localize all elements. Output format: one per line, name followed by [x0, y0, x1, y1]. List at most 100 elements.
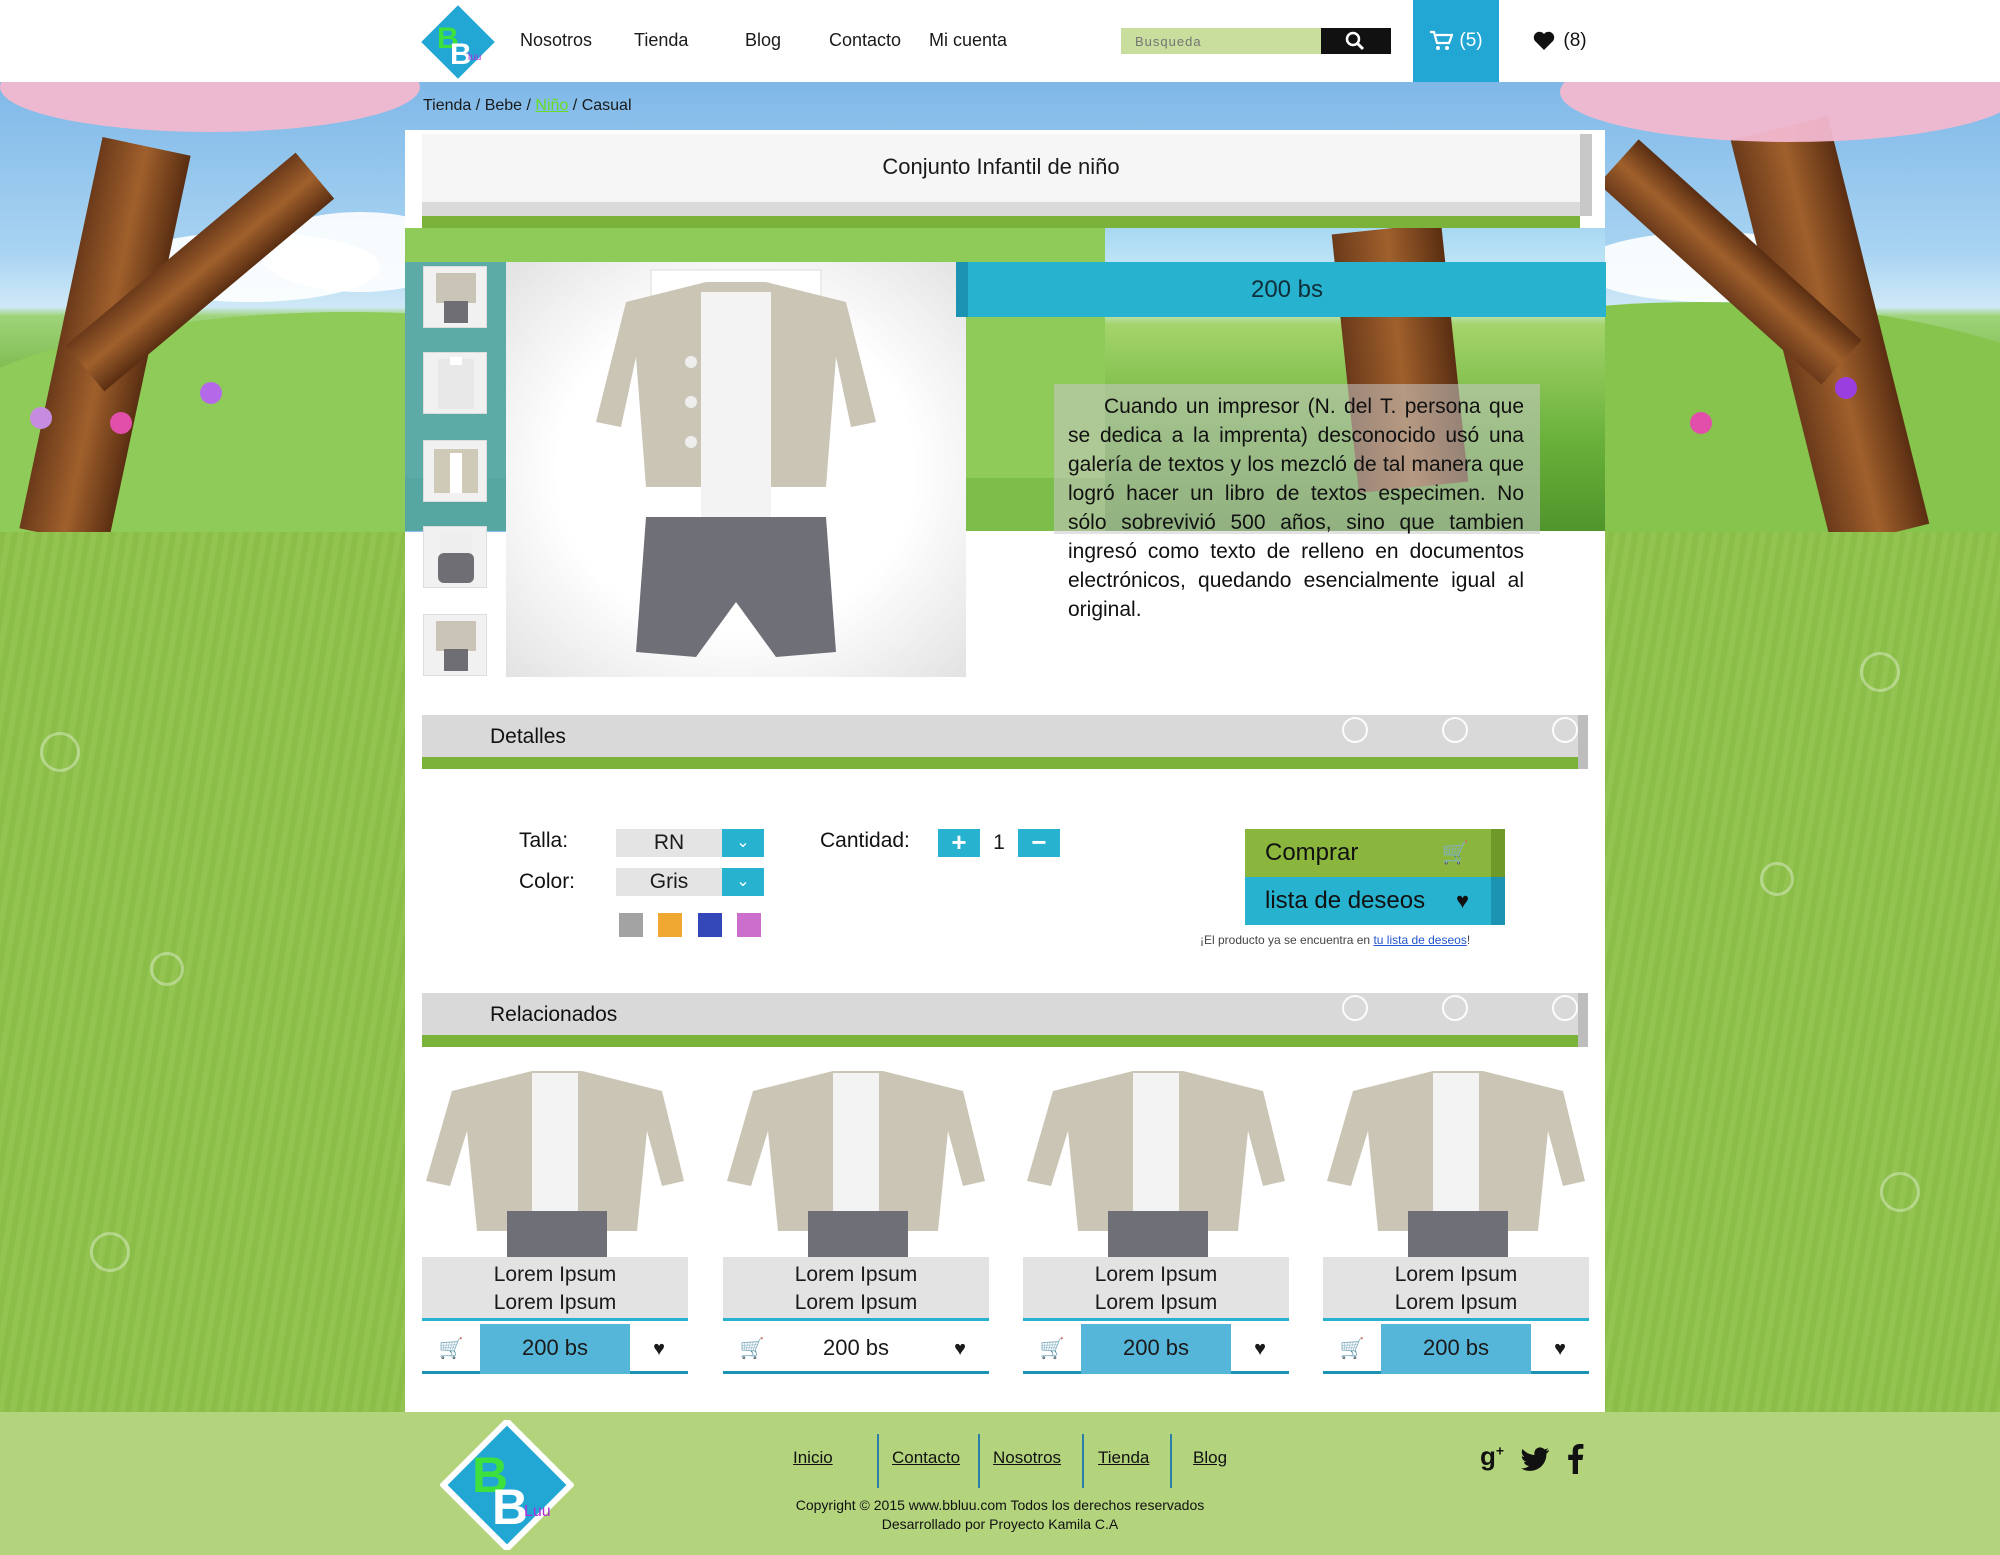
color-swatch-orange[interactable] — [658, 913, 682, 937]
nav-tienda[interactable]: Tienda — [634, 30, 688, 51]
related-product-price: 200 bs — [1081, 1324, 1231, 1374]
related-product-price: 200 bs — [480, 1324, 630, 1374]
color-swatch-gray[interactable] — [619, 913, 643, 937]
wishlist-button-label: lista de deseos — [1265, 887, 1426, 914]
search-icon — [1345, 31, 1365, 51]
color-label: Color: — [519, 870, 576, 893]
related-product-actions: 🛒 200 bs ♥ — [723, 1324, 989, 1374]
footer-link-nosotros[interactable]: Nosotros — [993, 1448, 1061, 1468]
product-title-bar: Conjunto Infantil de niño — [422, 134, 1592, 228]
search-button[interactable] — [1321, 28, 1391, 54]
wishlist-count: (8) — [1563, 30, 1587, 51]
size-label: Talla: — [519, 829, 569, 852]
cart-icon — [1430, 30, 1454, 50]
related-product-card[interactable]: Lorem Ipsum Lorem Ipsum 🛒 200 bs ♥ — [723, 1061, 989, 1376]
related-product-image[interactable] — [422, 1061, 688, 1257]
related-product-actions: 🛒 200 bs ♥ — [422, 1324, 688, 1374]
cart-icon[interactable]: 🛒 — [1023, 1324, 1081, 1374]
color-value: Gris — [649, 870, 689, 893]
color-select[interactable]: Gris ⌄ — [616, 868, 764, 896]
related-product-name: Lorem Ipsum Lorem Ipsum — [1023, 1257, 1289, 1321]
related-product-actions: 🛒 200 bs ♥ — [1323, 1324, 1589, 1374]
product-price-bar: 200 bs — [956, 262, 1606, 317]
related-product-card[interactable]: Lorem Ipsum Lorem Ipsum 🛒 200 bs ♥ — [1323, 1061, 1589, 1376]
related-product-actions: 🛒 200 bs ♥ — [1023, 1324, 1289, 1374]
heart-icon[interactable]: ♥ — [1531, 1324, 1589, 1374]
breadcrumb-tienda[interactable]: Tienda — [423, 97, 471, 114]
facebook-icon[interactable] — [1566, 1444, 1584, 1474]
color-swatch-pink[interactable] — [737, 913, 761, 937]
heart-icon[interactable]: ♥ — [1231, 1324, 1289, 1374]
related-product-name: Lorem Ipsum Lorem Ipsum — [1323, 1257, 1589, 1321]
heart-icon — [1534, 31, 1555, 50]
product-price: 200 bs — [1250, 276, 1324, 303]
cart-icon[interactable]: 🛒 — [422, 1324, 480, 1374]
footer-divider — [978, 1434, 980, 1488]
related-product-card[interactable]: Lorem Ipsum Lorem Ipsum 🛒 200 bs ♥ — [422, 1061, 688, 1376]
search-input[interactable] — [1121, 28, 1321, 54]
details-section-bar: Detalles — [422, 715, 1588, 769]
breadcrumb-casual: Casual — [581, 97, 632, 114]
footer-divider — [1082, 1434, 1084, 1488]
chevron-down-icon: ⌄ — [722, 868, 764, 896]
related-section-bar: Relacionados — [422, 993, 1588, 1047]
svg-text:luu: luu — [468, 52, 481, 63]
chevron-down-icon: ⌄ — [722, 829, 764, 857]
copyright: Copyright © 2015 www.bbluu.com Todos los… — [795, 1497, 1205, 1532]
nav-mi-cuenta[interactable]: Mi cuenta — [929, 30, 1007, 51]
cart-icon[interactable]: 🛒 — [723, 1324, 781, 1374]
color-swatch-blue[interactable] — [698, 913, 722, 937]
wishlist-button[interactable]: (8) — [1520, 0, 1600, 82]
footer-link-inicio[interactable]: Inicio — [793, 1448, 833, 1468]
footer-divider — [877, 1434, 879, 1488]
breadcrumb-nino[interactable]: Niño — [535, 97, 568, 114]
related-product-name: Lorem Ipsum Lorem Ipsum — [723, 1257, 989, 1321]
thumbnail-3[interactable] — [423, 440, 487, 502]
related-product-card[interactable]: Lorem Ipsum Lorem Ipsum 🛒 200 bs ♥ — [1023, 1061, 1289, 1376]
buy-button[interactable]: Comprar 🛒 — [1245, 829, 1505, 877]
related-section-title: Relacionados — [490, 1003, 618, 1026]
nav-blog[interactable]: Blog — [745, 30, 781, 51]
product-main-image[interactable] — [506, 262, 966, 677]
footer-link-tienda[interactable]: Tienda — [1098, 1448, 1149, 1468]
wishlist-note: ¡El producto ya se encuentra en tu lista… — [1200, 933, 1471, 947]
size-value: RN — [653, 831, 685, 854]
footer-link-contacto[interactable]: Contacto — [892, 1448, 960, 1468]
product-title: Conjunto Infantil de niño — [882, 154, 1120, 179]
thumbnail-5[interactable] — [423, 614, 487, 676]
quantity-label: Cantidad: — [820, 829, 910, 852]
quantity-decrease-button[interactable]: − — [1018, 829, 1060, 857]
footer-link-blog[interactable]: Blog — [1193, 1448, 1227, 1468]
add-to-wishlist-button[interactable]: lista de deseos ♥ — [1245, 877, 1505, 925]
heart-icon[interactable]: ♥ — [931, 1324, 989, 1374]
thumbnail-4[interactable] — [423, 526, 487, 588]
wishlist-link[interactable]: tu lista de deseos — [1373, 933, 1466, 947]
nav-contacto[interactable]: Contacto — [829, 30, 901, 51]
thumbnail-1[interactable] — [423, 266, 487, 328]
nav-nosotros[interactable]: Nosotros — [520, 30, 592, 51]
thumbnail-2[interactable] — [423, 352, 487, 414]
details-section-title: Detalles — [490, 725, 566, 748]
quantity-increase-button[interactable]: + — [938, 829, 980, 857]
related-product-price: 200 bs — [1381, 1324, 1531, 1374]
size-select[interactable]: RN ⌄ — [616, 829, 764, 857]
related-product-name: Lorem Ipsum Lorem Ipsum — [422, 1257, 688, 1321]
cart-count: (5) — [1459, 30, 1483, 51]
product-description: Cuando un impresor (N. del T. persona qu… — [1068, 395, 1524, 621]
cart-icon: 🛒 — [1441, 840, 1469, 865]
twitter-icon[interactable] — [1520, 1446, 1550, 1472]
heart-icon[interactable]: ♥ — [630, 1324, 688, 1374]
bbluu-logo[interactable]: B B luu — [420, 4, 496, 80]
cart-icon[interactable]: 🛒 — [1323, 1324, 1381, 1374]
related-product-image[interactable] — [1023, 1061, 1289, 1257]
quantity-value[interactable]: 1 — [981, 829, 1017, 857]
cart-button[interactable]: (5) — [1413, 0, 1499, 82]
google-plus-icon[interactable]: g+ — [1480, 1441, 1504, 1472]
breadcrumb: Tienda / Bebe / Niño / Casual — [423, 97, 632, 114]
buy-button-label: Comprar — [1265, 839, 1359, 866]
breadcrumb-bebe[interactable]: Bebe — [485, 97, 522, 114]
related-product-image[interactable] — [1323, 1061, 1589, 1257]
related-product-price: 200 bs — [822, 1335, 890, 1360]
footer-divider — [1170, 1434, 1172, 1488]
related-product-image[interactable] — [723, 1061, 989, 1257]
